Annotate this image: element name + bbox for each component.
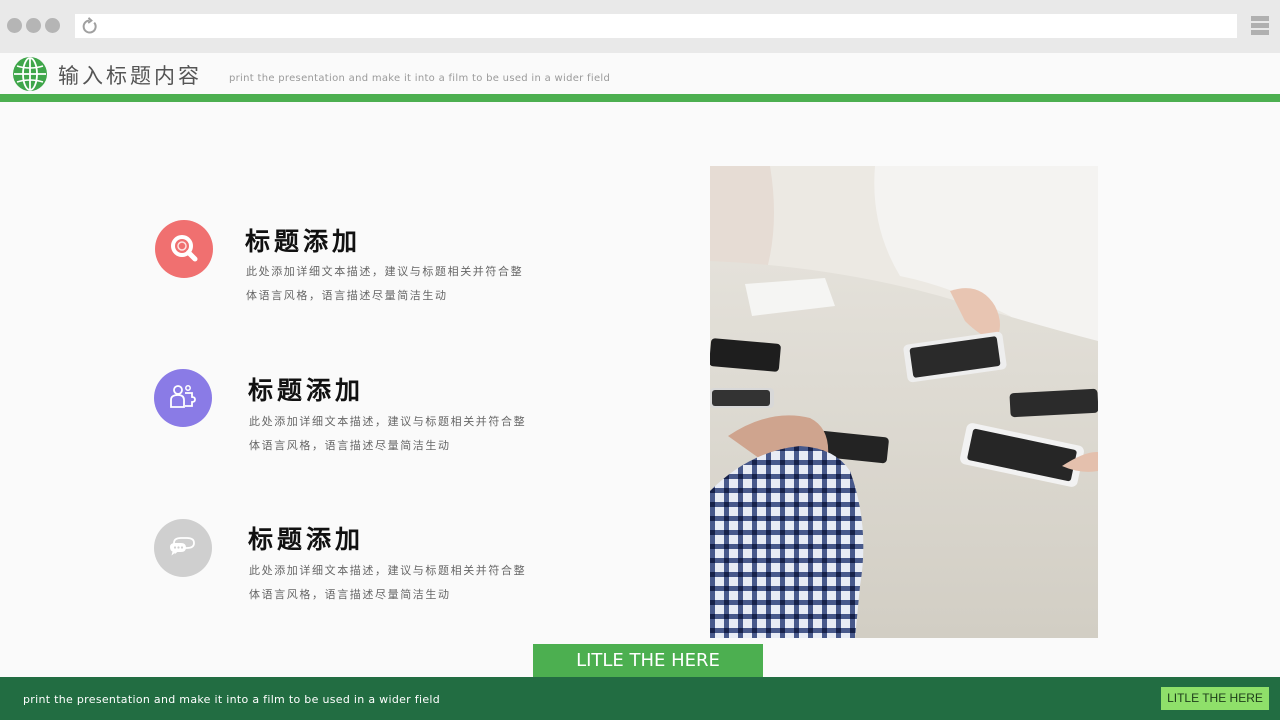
footer-badge: LITLE THE HERE — [1161, 687, 1269, 710]
item-2-desc-line1: 此处添加详细文本描述，建议与标题相关并符合整 — [249, 415, 527, 428]
item-1-desc-line2: 体语言风格，语言描述尽量简洁生动 — [246, 289, 448, 302]
footer-text: print the presentation and make it into … — [23, 693, 441, 706]
item-3-title: 标题添加 — [248, 525, 365, 554]
meeting-photo — [710, 166, 1098, 638]
globe-icon — [13, 57, 47, 91]
item-3-desc-line2: 体语言风格，语言描述尽量简洁生动 — [249, 588, 451, 601]
window-close-dot[interactable] — [7, 18, 22, 33]
chat-bubbles-icon — [170, 537, 195, 556]
window-minimize-dot[interactable] — [26, 18, 41, 33]
chat-icon-circle — [154, 519, 212, 577]
slide-header: 输入标题内容 print the presentation and make i… — [0, 53, 1280, 94]
header-divider — [0, 94, 1280, 102]
item-3-desc-line1: 此处添加详细文本描述，建议与标题相关并符合整 — [249, 564, 527, 577]
footer-tab-label: LITLE THE HERE — [533, 644, 763, 677]
team-puzzle-icon — [170, 385, 196, 408]
item-2-title: 标题添加 — [248, 376, 365, 405]
footer-bar: print the presentation and make it into … — [0, 677, 1280, 720]
menu-icon[interactable] — [1251, 16, 1269, 36]
team-icon-circle — [154, 369, 212, 427]
address-bar[interactable] — [75, 14, 1237, 38]
reload-icon[interactable] — [81, 17, 98, 35]
window-maximize-dot[interactable] — [45, 18, 60, 33]
search-icon — [171, 235, 198, 262]
browser-chrome — [0, 0, 1280, 53]
page-title: 输入标题内容 — [58, 64, 202, 88]
item-1-desc-line1: 此处添加详细文本描述，建议与标题相关并符合整 — [246, 265, 524, 278]
item-1-title: 标题添加 — [245, 227, 362, 256]
page-subtitle: print the presentation and make it into … — [229, 73, 611, 84]
search-icon-circle — [155, 220, 213, 278]
item-2-desc-line2: 体语言风格，语言描述尽量简洁生动 — [249, 439, 451, 452]
